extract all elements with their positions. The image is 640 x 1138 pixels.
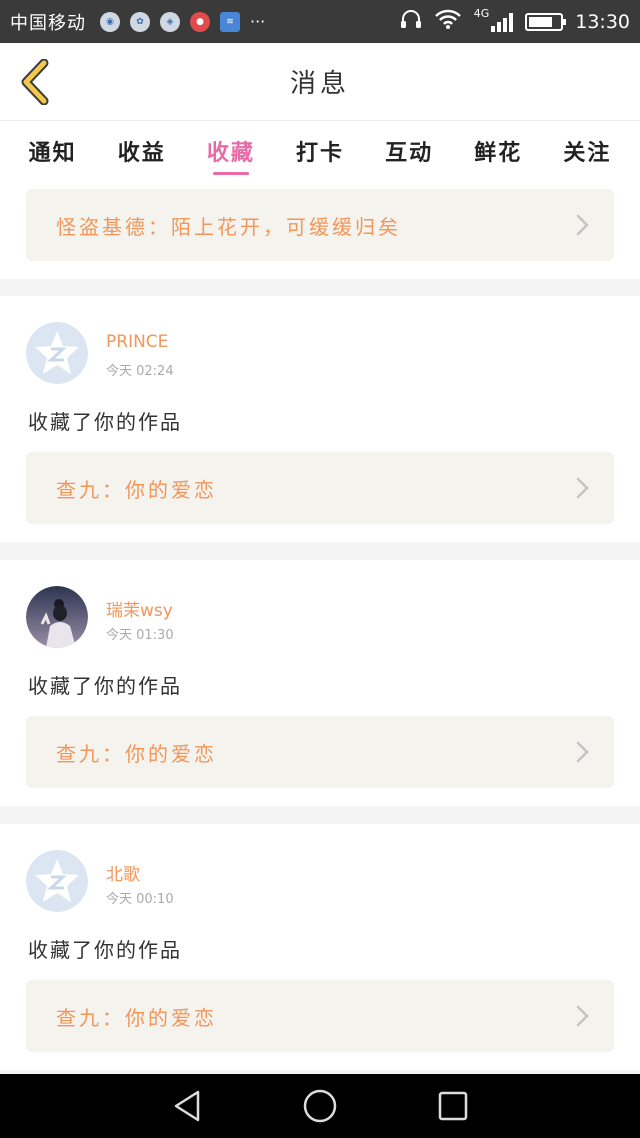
action-text: 收藏了你的作品: [28, 938, 182, 962]
avatar[interactable]: [26, 586, 88, 648]
status-right: 4G 13:30: [400, 7, 630, 34]
username[interactable]: 北歌: [106, 860, 140, 885]
screen: 中国移动 ◉ ✿ ◈ ● ≋ ··· 4G 13:30 消息 通知 收益 收藏 …: [0, 0, 640, 1138]
favorite-message-card: 北歌 今天 00:10 收藏了你的作品 查九：你的爱恋: [0, 824, 640, 1070]
wifi-app-notification-icon: ≋: [220, 11, 240, 32]
header: 消息: [0, 43, 640, 121]
tab-notifications[interactable]: 通知: [29, 121, 77, 181]
battery-icon: [525, 12, 567, 31]
back-triangle-icon: [174, 1090, 199, 1122]
pinned-section: 怪盗基德：陌上花开，可缓缓归矣: [0, 181, 640, 279]
signal-strength-icon: [491, 12, 514, 32]
more-notifications-icon: ···: [250, 12, 266, 31]
nav-home-button[interactable]: [300, 1086, 340, 1126]
recents-square-icon: [439, 1091, 468, 1121]
avatar[interactable]: [26, 850, 88, 912]
nav-recents-button[interactable]: [433, 1086, 473, 1126]
work-title: 查九：你的爱恋: [56, 477, 217, 502]
work-link[interactable]: 查九：你的爱恋: [26, 452, 614, 524]
timestamp: 今天 02:24: [106, 364, 174, 379]
work-title: 查九：你的爱恋: [56, 1005, 217, 1030]
favorite-message-card: 瑞茉wsy 今天 01:30 收藏了你的作品 查九：你的爱恋: [0, 560, 640, 806]
timestamp: 今天 01:30: [106, 628, 174, 643]
tab-flowers[interactable]: 鲜花: [474, 121, 522, 181]
app-notification-icon: ◈: [160, 11, 180, 32]
work-link[interactable]: 查九：你的爱恋: [26, 716, 614, 788]
avatar[interactable]: [26, 322, 88, 384]
username[interactable]: 瑞茉wsy: [106, 596, 173, 621]
carrier-label: 中国移动: [10, 12, 86, 34]
wifi-icon: [434, 9, 462, 34]
tab-favorites[interactable]: 收藏: [207, 121, 255, 181]
action-text: 收藏了你的作品: [28, 410, 182, 434]
tab-interactions[interactable]: 互动: [385, 121, 433, 181]
timestamp: 今天 00:10: [106, 892, 174, 907]
chevron-right-icon: [576, 214, 589, 236]
app-notification-icon: ◉: [100, 11, 120, 32]
status-bar: 中国移动 ◉ ✿ ◈ ● ≋ ··· 4G 13:30: [0, 0, 640, 43]
chevron-left-icon: [21, 59, 49, 105]
work-link[interactable]: 查九：你的爱恋: [26, 980, 614, 1052]
notification-icons: ◉ ✿ ◈ ● ≋: [100, 11, 240, 32]
chevron-right-icon: [576, 477, 589, 499]
favorite-message-card: PRINCE 今天 02:24 收藏了你的作品 查九：你的爱恋: [0, 296, 640, 542]
system-nav-bar: [0, 1074, 640, 1138]
work-link[interactable]: 怪盗基德：陌上花开，可缓缓归矣: [26, 189, 614, 261]
username[interactable]: PRINCE: [106, 332, 168, 352]
battery-level: [529, 16, 552, 27]
work-title: 查九：你的爱恋: [56, 741, 217, 766]
headphones-icon: [400, 9, 422, 34]
action-text: 收藏了你的作品: [28, 674, 182, 698]
chevron-right-icon: [576, 1005, 589, 1027]
red-app-notification-icon: ●: [190, 11, 210, 32]
tab-checkin[interactable]: 打卡: [296, 121, 344, 181]
page-title: 消息: [289, 69, 350, 99]
network-type-label: 4G: [473, 7, 490, 20]
tab-earnings[interactable]: 收益: [118, 121, 166, 181]
tab-following[interactable]: 关注: [563, 121, 611, 181]
tab-bar: 通知 收益 收藏 打卡 互动 鲜花 关注: [0, 121, 640, 181]
nav-back-button[interactable]: [167, 1086, 207, 1126]
app-notification-icon: ✿: [130, 11, 150, 32]
clock: 13:30: [575, 10, 630, 33]
home-circle-icon: [303, 1089, 337, 1123]
chevron-right-icon: [576, 741, 589, 763]
work-title: 怪盗基德：陌上花开，可缓缓归矣: [56, 214, 401, 239]
back-button[interactable]: [16, 59, 52, 105]
